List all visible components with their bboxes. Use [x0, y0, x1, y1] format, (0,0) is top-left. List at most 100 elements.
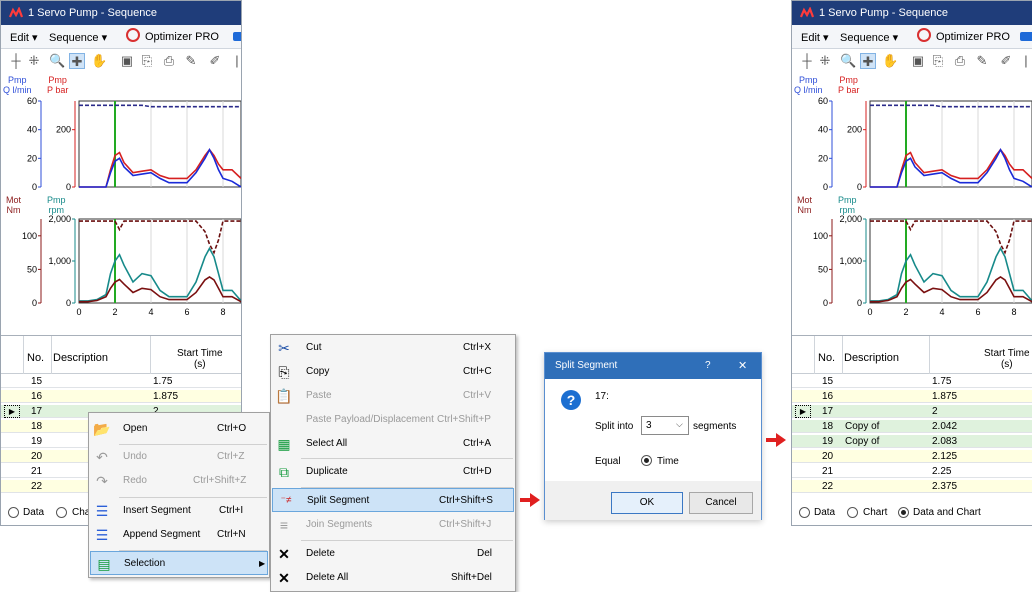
optimizer-menu[interactable]: Optimizer PRO — [145, 31, 219, 43]
menu-item-join-segments[interactable]: ≡ Join Segments Ctrl+Shift+J — [271, 513, 515, 537]
ok-button[interactable]: OK — [611, 492, 683, 514]
row-indicator — [795, 465, 811, 478]
window-title: 1 Servo Pump - Sequence — [28, 7, 158, 19]
cancel-button[interactable]: Cancel — [689, 492, 753, 514]
eraser-icon[interactable]: ✐ — [998, 53, 1014, 69]
zoom-icon[interactable]: 🔍 — [840, 53, 856, 69]
print-icon[interactable]: ⎙ — [161, 53, 177, 69]
print-icon[interactable]: ⎙ — [952, 53, 968, 69]
menu-item-shortcut: Ctrl+O — [217, 423, 247, 434]
cell-no: 19 — [31, 436, 43, 447]
data-radio[interactable] — [8, 507, 19, 518]
cell-no: 15 — [822, 376, 834, 387]
menu-item-paste-payload[interactable]: Paste Payload/Displacement Ctrl+Shift+P — [271, 408, 515, 432]
pan-hand-icon[interactable]: ✋ — [882, 53, 898, 69]
crosshair-dashed-icon[interactable]: ⁜ — [817, 53, 833, 69]
edit-menu[interactable]: Edit ▾ — [10, 31, 38, 44]
menu-item-label: Redo — [123, 475, 147, 486]
table-row[interactable]: ▶ 17 2 — [792, 405, 1032, 418]
zoom-icon[interactable]: 🔍 — [49, 53, 65, 69]
copy-icon[interactable]: ⎘ — [139, 53, 155, 69]
menu-item-paste[interactable]: 📋 Paste Ctrl+V — [271, 384, 515, 408]
table-row[interactable]: 22 2.375 — [792, 480, 1032, 493]
data-radio[interactable] — [799, 507, 810, 518]
table-row[interactable]: 19 Copy of 2.083 — [792, 435, 1032, 448]
menu-item-shortcut: Ctrl+A — [463, 438, 492, 449]
table-row[interactable]: 20 2.125 — [792, 450, 1032, 463]
cell-no: 22 — [822, 481, 834, 492]
table-row[interactable]: 16 1.875 — [792, 390, 1032, 403]
chart-radio[interactable] — [56, 507, 67, 518]
row-indicator — [795, 450, 811, 463]
chart-area: Pmp Q l/min Pmp P bar Mot Nm Pmp rpm 60 4… — [1, 73, 241, 329]
menu-item-redo[interactable]: ↷ Redo Ctrl+Shift+Z — [89, 469, 269, 493]
row-indicator — [795, 435, 811, 448]
edit-menu[interactable]: Edit ▾ — [801, 31, 829, 44]
delete-icon: ✕ — [278, 546, 290, 562]
crosshair-icon[interactable]: ┼ — [799, 53, 815, 69]
y-tick-label: 20 — [818, 153, 828, 163]
save-icon[interactable]: ▣ — [119, 53, 135, 69]
help-button[interactable]: ? — [705, 360, 711, 371]
pan-hand-icon[interactable]: ✋ — [91, 53, 107, 69]
menu-item-delete-all[interactable]: ✕ Delete All Shift+Del — [271, 566, 515, 590]
col-divider — [51, 336, 52, 374]
menu-item-select-all[interactable]: ▦ Select All Ctrl+A — [271, 432, 515, 456]
optimizer-menu[interactable]: Optimizer PRO — [936, 31, 1010, 43]
time-radio[interactable] — [641, 455, 652, 466]
save-icon[interactable]: ▣ — [910, 53, 926, 69]
menu-item-label: Selection — [124, 558, 166, 569]
menu-item-label: Paste Payload/Displacement — [306, 414, 434, 425]
table-row[interactable]: 18 Copy of 2.042 — [792, 420, 1032, 433]
x-tick-label: 6 — [975, 307, 980, 317]
menu-item-open[interactable]: 📂 Open Ctrl+O — [89, 417, 269, 441]
row-indicator: ▶ — [4, 405, 20, 418]
title-bar: 1 Servo Pump - Sequence — [1, 1, 241, 25]
segment-number: 17: — [595, 391, 609, 402]
table-row[interactable]: 15 1.75 — [792, 375, 1032, 388]
menu-item-shortcut: Ctrl+Shift+S — [439, 495, 493, 506]
menu-item-copy[interactable]: ⎘ Copy Ctrl+C — [271, 360, 515, 384]
submenu-arrow-icon: ▶ — [259, 559, 266, 568]
menu-item-duplicate[interactable]: ⧉ Duplicate Ctrl+D — [271, 460, 515, 484]
pencil-icon[interactable]: ✎ — [183, 53, 199, 69]
menu-item-selection[interactable]: ▤ Selection ▶ — [90, 551, 268, 575]
scissors-icon: ✂ — [278, 340, 290, 356]
chart-radio[interactable] — [847, 507, 858, 518]
close-button[interactable]: ✕ — [738, 359, 747, 372]
y-tick-label: 40 — [818, 125, 828, 135]
pencil-icon[interactable]: ✎ — [974, 53, 990, 69]
row-indicator — [795, 375, 811, 388]
menu-item-split-segment[interactable]: ⁻≠ Split Segment Ctrl+Shift+S — [272, 488, 514, 512]
menu-item-delete[interactable]: ✕ Delete Del — [271, 542, 515, 566]
crosshair-dashed-icon[interactable]: ⁜ — [26, 53, 42, 69]
menu-bar: Edit ▾ Sequence ▾ Optimizer PRO — [792, 25, 1032, 49]
x-tick-label: 6 — [184, 307, 189, 317]
sequence-window-after: 1 Servo Pump - Sequence Edit ▾ Sequence … — [791, 0, 1032, 526]
optimizer-icon — [917, 28, 931, 42]
col-start-time: Start Time (s) — [984, 348, 1030, 370]
col-divider — [929, 336, 930, 374]
menu-item-shortcut: Ctrl+Shift+P — [437, 414, 491, 425]
menu-item-label: Paste — [306, 390, 332, 401]
undo-icon: ↶ — [96, 449, 108, 465]
data-and-chart-radio[interactable] — [898, 507, 909, 518]
crosshair-icon[interactable]: ┼ — [8, 53, 24, 69]
zoom-in-icon[interactable]: ✚ — [69, 53, 85, 69]
menu-item-cut[interactable]: ✂ Cut Ctrl+X — [271, 336, 515, 360]
y-tick-label: 100 — [22, 231, 37, 241]
copy-icon[interactable]: ⎘ — [930, 53, 946, 69]
sequence-menu[interactable]: Sequence ▾ — [840, 31, 898, 44]
cell-no: 18 — [31, 421, 43, 432]
split-count-select[interactable]: 3 ⌵ — [641, 416, 689, 435]
menu-item-insert-segment[interactable]: ☰ Insert Segment Ctrl+I — [89, 499, 269, 523]
eraser-icon[interactable]: ✐ — [207, 53, 223, 69]
sequence-menu[interactable]: Sequence ▾ — [49, 31, 107, 44]
table-row[interactable]: 16 1.875 — [1, 390, 241, 403]
menu-item-append-segment[interactable]: ☰ Append Segment Ctrl+N — [89, 523, 269, 547]
table-row[interactable]: 21 2.25 — [792, 465, 1032, 478]
y-tick-label: 200 — [847, 125, 862, 135]
menu-item-undo[interactable]: ↶ Undo Ctrl+Z — [89, 445, 269, 469]
table-row[interactable]: 15 1.75 — [1, 375, 241, 388]
zoom-in-icon[interactable]: ✚ — [860, 53, 876, 69]
